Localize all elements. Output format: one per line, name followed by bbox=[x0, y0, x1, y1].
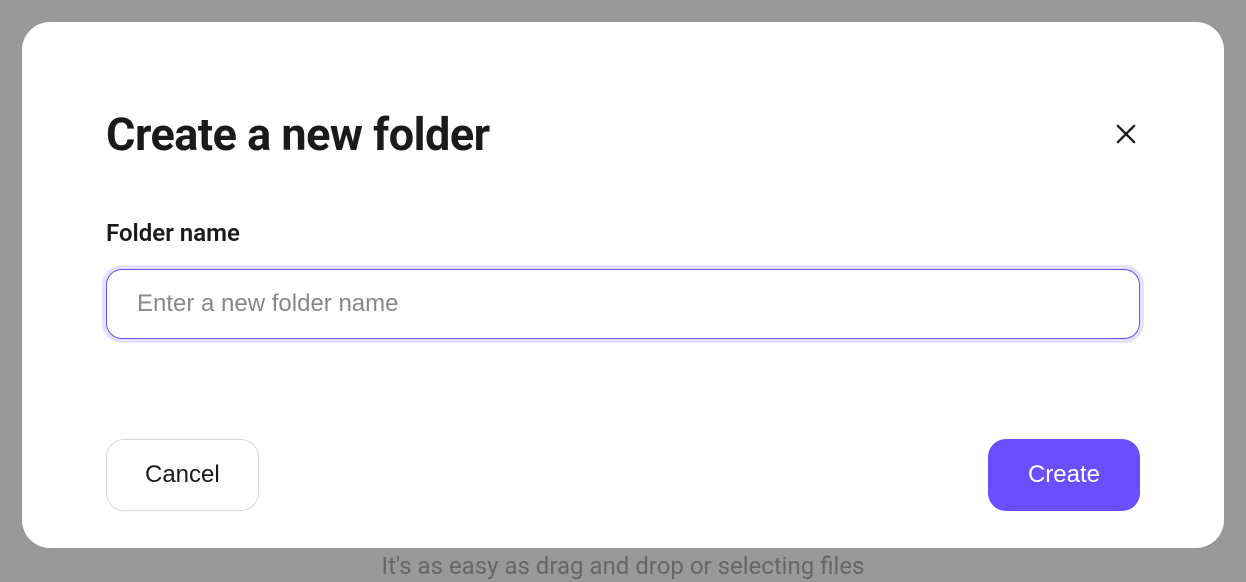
form-section: Folder name bbox=[106, 219, 1140, 339]
cancel-button[interactable]: Cancel bbox=[106, 439, 259, 511]
button-row: Cancel Create bbox=[106, 439, 1140, 511]
folder-name-label: Folder name bbox=[106, 219, 1140, 247]
background-hint-text: It's as easy as drag and drop or selecti… bbox=[382, 552, 865, 580]
modal-header: Create a new folder bbox=[106, 112, 1140, 161]
create-button[interactable]: Create bbox=[988, 439, 1140, 511]
close-icon bbox=[1112, 120, 1140, 148]
modal-title: Create a new folder bbox=[106, 108, 490, 161]
create-folder-modal: Create a new folder Folder name Cancel C… bbox=[22, 22, 1224, 548]
folder-name-input[interactable] bbox=[106, 269, 1140, 339]
close-button[interactable] bbox=[1108, 116, 1144, 152]
